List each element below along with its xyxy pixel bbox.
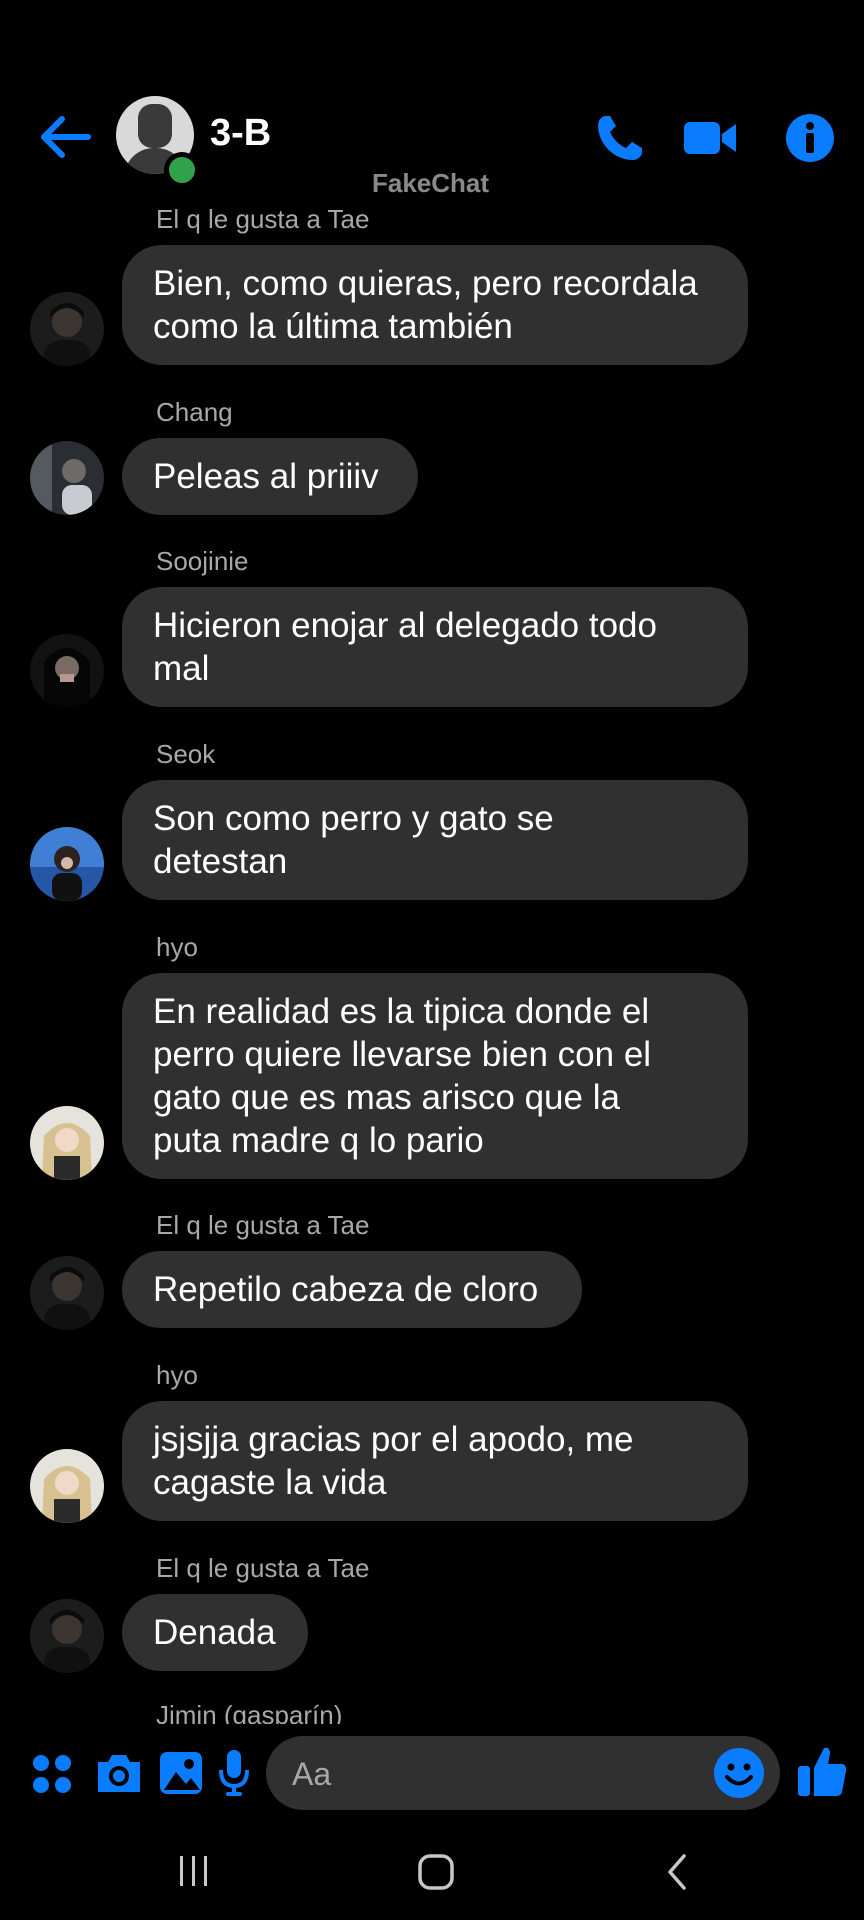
message-bubble[interactable]: jsjsjja gracias por el apodo, me cagaste… — [122, 1401, 748, 1521]
message-bubble[interactable]: En realidad es la tipica donde el perro … — [122, 973, 748, 1179]
message-line: Hicieron enojar al delegado todo — [153, 606, 657, 645]
message-line: detestan — [153, 842, 288, 881]
avatar[interactable] — [30, 1256, 104, 1330]
message-bubble[interactable]: Hicieron enojar al delegado todo mal — [122, 587, 748, 707]
sender-name: hyo — [156, 1360, 198, 1390]
avatar[interactable] — [30, 1599, 104, 1673]
avatar[interactable] — [30, 1106, 104, 1180]
message-line: Denada — [153, 1613, 276, 1652]
message-bubble[interactable]: Peleas al priiiv — [122, 438, 418, 515]
sender-name: El q le gusta a Tae — [156, 204, 370, 234]
chat-header: 3-B FakeChat — [0, 90, 864, 198]
emoji-icon[interactable] — [712, 1746, 766, 1800]
message-bubble[interactable]: Denada — [122, 1594, 308, 1671]
message-line: gato que es mas arisco que la — [153, 1078, 620, 1117]
message-input-placeholder: Aa — [292, 1756, 332, 1792]
sender-name: El q le gusta a Tae — [156, 1553, 370, 1583]
avatar[interactable] — [30, 292, 104, 366]
message-bubble[interactable]: Bien, como quieras, pero recordala como … — [122, 245, 748, 365]
back-arrow-icon[interactable] — [38, 114, 92, 160]
gallery-icon[interactable] — [158, 1750, 204, 1796]
message-bubble[interactable]: Repetilo cabeza de cloro — [122, 1251, 582, 1328]
thumbs-up-icon[interactable] — [796, 1744, 848, 1798]
avatar[interactable] — [30, 634, 104, 708]
message-line: Bien, como quieras, pero recordala — [153, 264, 698, 303]
message-line: Son como perro y gato se — [153, 799, 554, 838]
phone-icon[interactable] — [592, 110, 648, 166]
sender-name: Seok — [156, 739, 216, 769]
message-input[interactable]: Aa — [266, 1736, 780, 1810]
recent-apps-icon[interactable] — [176, 1854, 212, 1888]
partial-message-clip: Jimin (gasparín) — [0, 1690, 864, 1724]
message-composer: Aa — [0, 1730, 864, 1820]
message-line: Repetilo cabeza de cloro — [153, 1270, 539, 1309]
message-line: cagaste la vida — [153, 1463, 387, 1502]
sender-name: Chang — [156, 397, 233, 427]
info-icon[interactable] — [782, 110, 838, 166]
message-line: mal — [153, 649, 210, 688]
message-line: como la última también — [153, 307, 513, 346]
video-camera-icon[interactable] — [682, 110, 738, 166]
system-nav-bar — [0, 1820, 864, 1920]
message-line: puta madre q lo pario — [153, 1121, 484, 1160]
message-line: perro quiere llevarse bien con el — [153, 1035, 652, 1074]
message-line: En realidad es la tipica donde el — [153, 992, 650, 1031]
home-icon[interactable] — [416, 1852, 456, 1892]
message-line: jsjsjja gracias por el apodo, me — [153, 1420, 634, 1459]
sender-name: hyo — [156, 932, 198, 962]
apps-grid-icon[interactable] — [30, 1752, 74, 1796]
sender-name: Jimin (gasparín) — [156, 1700, 343, 1724]
chat-title[interactable]: 3-B — [210, 112, 271, 155]
watermark: FakeChat — [372, 168, 490, 198]
avatar[interactable] — [30, 441, 104, 515]
message-bubble[interactable]: Son como perro y gato se detestan — [122, 780, 748, 900]
sender-name: El q le gusta a Tae — [156, 1210, 370, 1240]
avatar[interactable] — [30, 1449, 104, 1523]
camera-icon[interactable] — [94, 1750, 144, 1796]
online-status-badge — [164, 152, 200, 188]
avatar[interactable] — [30, 827, 104, 901]
sender-name: Soojinie — [156, 546, 249, 576]
microphone-icon[interactable] — [218, 1748, 250, 1798]
back-icon[interactable] — [664, 1852, 690, 1892]
message-line: Peleas al priiiv — [153, 457, 379, 496]
